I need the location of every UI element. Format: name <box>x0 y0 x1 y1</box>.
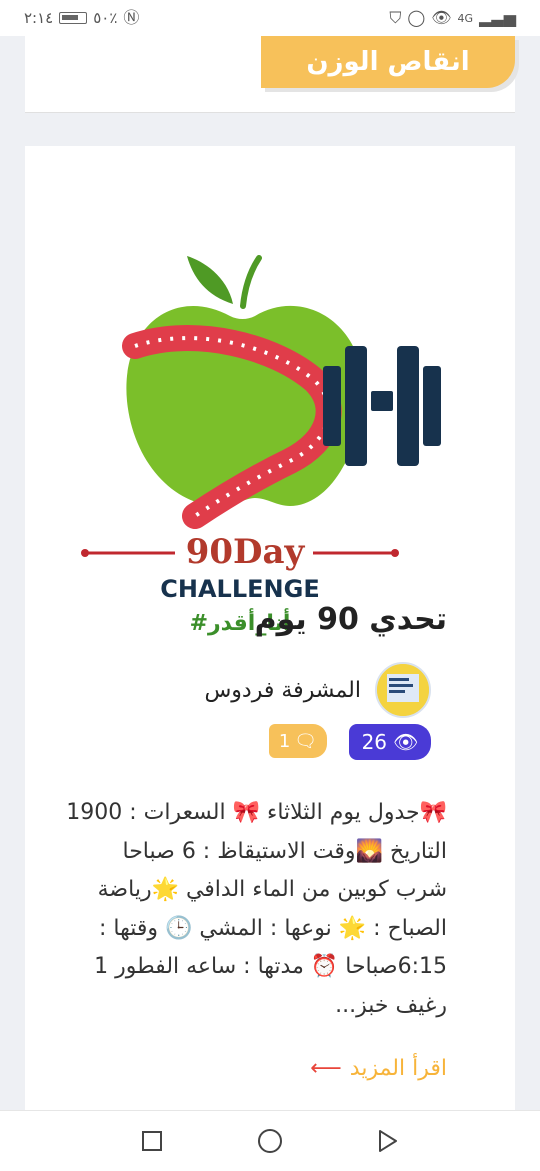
recent-apps-icon <box>142 1131 162 1151</box>
circle-icon: ◯ <box>407 8 426 27</box>
back-icon <box>379 1130 397 1152</box>
back-button[interactable] <box>374 1127 402 1155</box>
home-button[interactable] <box>256 1127 284 1155</box>
shield-icon: ⛉ <box>389 8 402 27</box>
category-tag[interactable]: انقاص الوزن <box>261 36 515 88</box>
status-left: ٢:١٤ ٥٠٪ Ⓝ <box>24 9 139 27</box>
views-badge: 26 👁 <box>349 724 431 760</box>
navigation-bar <box>0 1110 540 1171</box>
comments-count: 1 <box>278 730 291 752</box>
comment-icon: 🗨 <box>294 730 318 752</box>
author-name[interactable]: المشرفة فردوس <box>204 678 361 703</box>
post-card[interactable]: 90Day CHALLENGE #أنا_أقدر تحدي 90 يوم ال… <box>25 146 515 1110</box>
home-icon <box>258 1129 282 1153</box>
network-type: 4G <box>457 11 474 25</box>
previous-post-card: انقاص الوزن <box>25 36 515 113</box>
stats-row: 1 🗨 26 👁 <box>269 724 431 760</box>
stem-icon <box>240 255 262 309</box>
arrow-left-icon: ⟵ <box>310 1056 342 1081</box>
battery-icon <box>59 12 88 24</box>
post-image: 90Day CHALLENGE #أنا_أقدر <box>81 255 441 636</box>
recent-apps-button[interactable] <box>138 1127 166 1155</box>
status-right: ⛉ ◯ 👁 4G ▂▃▅ <box>389 10 516 26</box>
read-more-label: اقرأ المزيد <box>349 1056 447 1081</box>
nfc-icon: Ⓝ <box>123 8 140 27</box>
status-bar: ٢:١٤ ٥٠٪ Ⓝ ⛉ ◯ 👁 4G ▂▃▅ <box>0 0 540 36</box>
comments-badge[interactable]: 1 🗨 <box>269 724 327 758</box>
image-day-text: 90Day <box>186 532 306 572</box>
post-title[interactable]: تحدي 90 يوم <box>255 602 447 637</box>
eye-icon: 👁 <box>393 730 419 754</box>
post-excerpt: 🎀جدول يوم الثلاثاء 🎀 السعرات : 1900 التا… <box>66 800 447 1018</box>
battery-percent: ٥٠٪ <box>93 9 118 27</box>
author-row[interactable]: المشرفة فردوس <box>204 662 431 718</box>
image-challenge-text: CHALLENGE <box>160 575 319 603</box>
avatar[interactable] <box>375 662 431 718</box>
read-more-link[interactable]: اقرأ المزيد ⟵ <box>310 1056 447 1081</box>
clock: ٢:١٤ <box>24 9 54 27</box>
views-count: 26 <box>361 730 388 754</box>
avatar-image <box>377 664 429 716</box>
signal-icon: ▂▃▅ <box>479 8 516 27</box>
eye-icon: 👁 <box>431 8 452 27</box>
leaf-icon <box>187 256 233 304</box>
